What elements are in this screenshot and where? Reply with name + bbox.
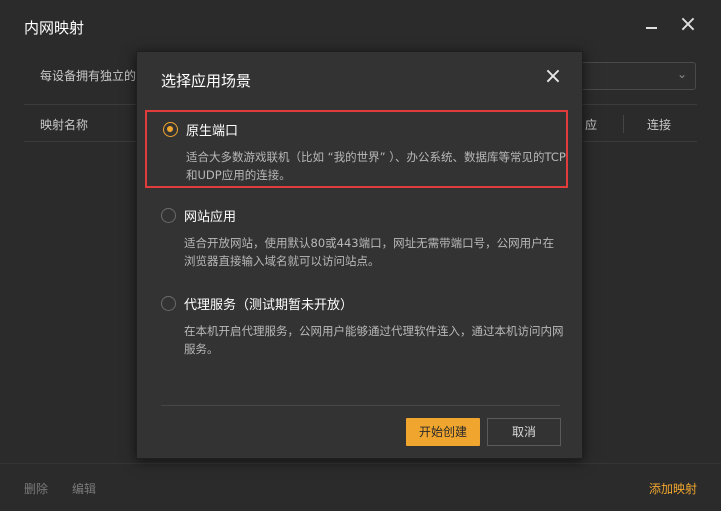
cancel-button[interactable]: 取消 — [487, 418, 561, 446]
edit-button[interactable]: 编辑 — [72, 480, 96, 497]
select-scenario-dialog: 选择应用场景 × 原生端口 适合大多数游戏联机（比如 “我的世界” ）、办公系统… — [136, 51, 583, 459]
device-description: 每设备拥有独立的 — [40, 69, 137, 83]
window-title: 内网映射 — [24, 19, 85, 37]
option-website[interactable]: 网站应用 适合开放网站，使用默认80或443端口，网址无需带端口号，公网用户在浏… — [145, 198, 568, 274]
option-native-port[interactable]: 原生端口 适合大多数游戏联机（比如 “我的世界” ）、办公系统、数据库等常见的T… — [145, 110, 568, 188]
chevron-down-icon: ⌄ — [676, 67, 687, 81]
option-description: 适合大多数游戏联机（比如 “我的世界” ）、办公系统、数据库等常见的TCP和UD… — [186, 150, 566, 182]
close-icon[interactable]: × — [677, 14, 699, 36]
close-icon[interactable]: × — [542, 66, 564, 88]
radio-selected-icon[interactable] — [163, 122, 178, 137]
dialog-title: 选择应用场景 — [161, 72, 252, 90]
column-header-name: 映射名称 — [40, 118, 89, 132]
option-proxy-service[interactable]: 代理服务（测试期暂未开放） 在本机开启代理服务，公网用户能够通过代理软件连入，通… — [145, 286, 568, 362]
option-label: 网站应用 — [184, 210, 237, 225]
delete-button[interactable]: 删除 — [24, 480, 48, 497]
column-divider — [623, 115, 624, 133]
option-label: 原生端口 — [186, 124, 239, 139]
column-header-connect: 连接 — [647, 118, 672, 132]
column-header-app: 应 — [585, 118, 598, 132]
radio-icon[interactable] — [161, 208, 176, 223]
option-description: 适合开放网站，使用默认80或443端口，网址无需带端口号，公网用户在浏览器直接输… — [184, 236, 555, 268]
radio-icon[interactable] — [161, 296, 176, 311]
option-description: 在本机开启代理服务，公网用户能够通过代理软件连入，通过本机访问内网服务。 — [184, 324, 564, 356]
start-create-button[interactable]: 开始创建 — [406, 418, 480, 446]
minimize-icon[interactable] — [641, 14, 663, 36]
add-mapping-button[interactable]: 添加映射 — [649, 480, 697, 497]
footer-bar: 删除 编辑 添加映射 — [0, 463, 721, 511]
divider — [161, 405, 560, 406]
option-label: 代理服务（测试期暂未开放） — [184, 298, 354, 313]
